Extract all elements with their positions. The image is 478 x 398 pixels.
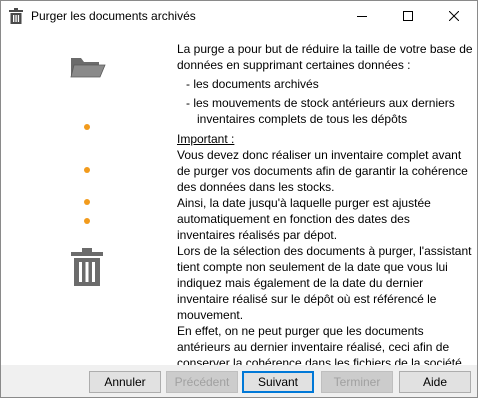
paragraph-line: automatiquement en fonction des dates de… <box>177 212 410 226</box>
intro-line: La purge a pour but de réduire la taille… <box>177 42 473 56</box>
bullet-item: - les mouvements de stock antérieurs aux… <box>186 96 455 110</box>
bullet-item: - les documents archivés <box>186 77 319 91</box>
close-button[interactable] <box>431 1 477 31</box>
paragraph-line: Lors de la sélection des documents à pur… <box>177 244 472 258</box>
help-button[interactable]: Aide <box>399 371 471 393</box>
progress-dot-icon <box>84 218 90 224</box>
paragraph-line: inventaires réalisés par dépot. <box>177 228 338 242</box>
progress-dot-icon <box>84 199 90 205</box>
folder-open-icon <box>70 58 106 78</box>
progress-dot-icon <box>84 167 90 173</box>
trash-icon <box>9 8 23 24</box>
bullet-item-continued: inventaires complets de tous les dépôts <box>197 112 408 126</box>
important-heading: Important : <box>177 132 235 146</box>
trash-icon <box>71 248 103 286</box>
paragraph-line: En effet, on ne peut purger que les docu… <box>177 324 424 338</box>
paragraph-line: de purger vos documents afin de garantir… <box>177 164 468 178</box>
previous-button[interactable]: Précédent <box>166 371 238 393</box>
intro-line: données en supprimant certaines données … <box>177 58 411 72</box>
paragraph-line: Ainsi, la date jusqu'à laquelle purger e… <box>177 196 431 210</box>
maximize-icon <box>403 11 413 21</box>
finish-button[interactable]: Terminer <box>321 371 393 393</box>
cancel-button[interactable]: Annuler <box>89 371 161 393</box>
paragraph-line: des données dans les stocks. <box>177 180 335 194</box>
minimize-icon <box>357 16 367 17</box>
wizard-content: La purge a pour but de réduire la taille… <box>1 31 477 370</box>
paragraph-line: mouvement. <box>177 308 244 322</box>
progress-dot-icon <box>84 124 90 130</box>
next-button[interactable]: Suivant <box>242 371 314 393</box>
close-icon <box>449 11 459 21</box>
window-title: Purger les documents archivés <box>31 9 196 23</box>
maximize-button[interactable] <box>385 1 431 31</box>
button-bar: Annuler Précédent Suivant Terminer Aide <box>1 365 477 397</box>
paragraph-line: inventaire réalisé sur le dépôt où est r… <box>177 292 437 306</box>
paragraph-line: antérieurs au dernier inventaire réalisé… <box>177 340 450 354</box>
minimize-button[interactable] <box>339 1 385 31</box>
paragraph-line: tient compte non seulement de la date qu… <box>177 260 448 274</box>
description-text: La purge a pour but de réduire la taille… <box>177 41 473 371</box>
paragraph-line: Vous devez donc réaliser un inventaire c… <box>177 148 462 162</box>
wizard-window: Purger les documents archivés La purge a… <box>0 0 478 398</box>
title-bar: Purger les documents archivés <box>1 1 477 31</box>
paragraph-line: indiquez mais également de la date du de… <box>177 276 424 290</box>
